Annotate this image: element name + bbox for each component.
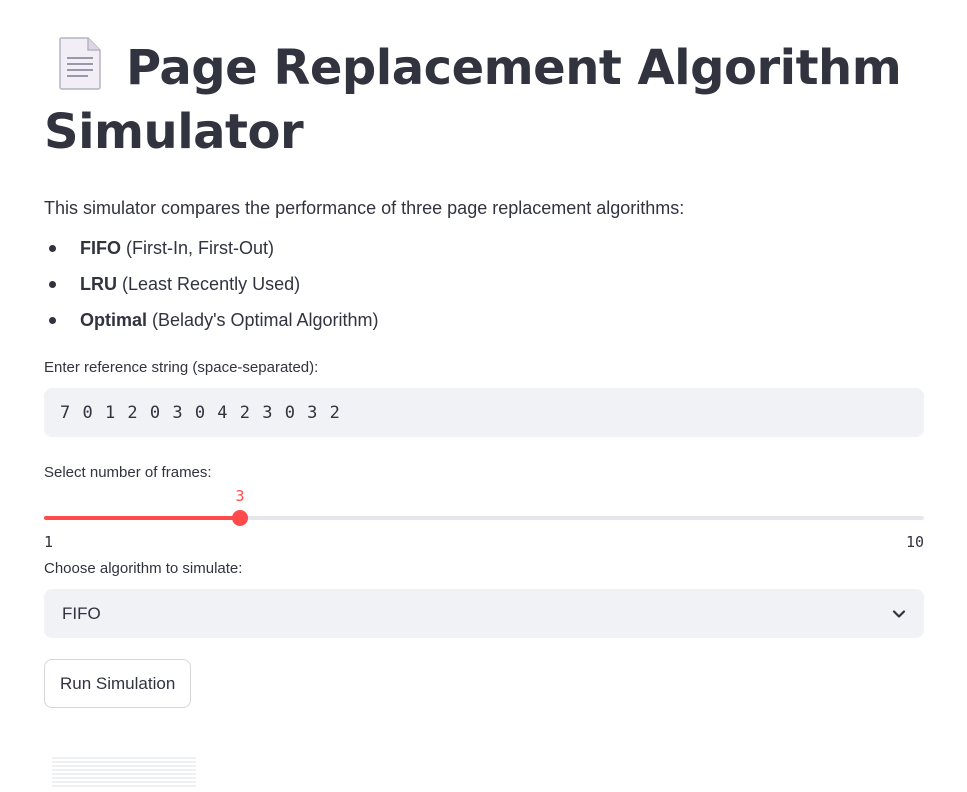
algorithm-description: (First-In, First-Out): [126, 238, 274, 258]
algorithm-name: FIFO: [80, 238, 121, 258]
frames-slider-label: Select number of frames:: [44, 464, 212, 481]
intro-text: This simulator compares the performance …: [44, 198, 685, 218]
slider-max-label: 10: [905, 533, 924, 551]
run-simulation-button[interactable]: Run Simulation: [44, 659, 192, 708]
algorithm-select-value: FIFO: [62, 604, 101, 623]
list-item: FIFO (First-In, First-Out): [44, 234, 924, 262]
slider-track[interactable]: [44, 516, 924, 520]
reference-string-input[interactable]: [44, 388, 924, 437]
algorithm-name: LRU: [80, 274, 117, 294]
slider-thumb[interactable]: [232, 510, 248, 526]
reference-string-label: Enter reference string (space-separated)…: [44, 359, 319, 376]
document-icon: [58, 36, 102, 90]
slider-min-label: 1: [44, 533, 54, 551]
algorithm-description: (Least Recently Used): [122, 274, 301, 294]
page-title-text: Page Replacement Algorithm Simulator: [44, 40, 902, 160]
list-item: LRU (Least Recently Used): [44, 270, 924, 298]
slider-current-value: 3: [235, 487, 245, 505]
bullet-icon: [49, 281, 56, 288]
algorithm-list: FIFO (First-In, First-Out) LRU (Least Re…: [44, 234, 924, 334]
bullet-icon: [49, 317, 56, 324]
chevron-down-icon[interactable]: [890, 605, 908, 623]
algorithm-name: Optimal: [80, 310, 148, 330]
algorithm-select-label: Choose algorithm to simulate:: [44, 560, 243, 577]
algorithm-select[interactable]: FIFO: [44, 589, 924, 638]
main-content: Page Replacement Algorithm Simulator Thi…: [44, 36, 924, 708]
list-item: Optimal (Belady's Optimal Algorithm): [44, 306, 924, 334]
page-title: Page Replacement Algorithm Simulator: [44, 36, 924, 164]
slider-fill: [44, 516, 240, 520]
bullet-icon: [49, 245, 56, 252]
app-page: Page Replacement Algorithm Simulator Thi…: [0, 0, 967, 792]
frames-slider[interactable]: 3 1 10: [44, 483, 924, 553]
loading-skeleton: [52, 757, 196, 787]
algorithm-description: (Belady's Optimal Algorithm): [152, 310, 379, 330]
